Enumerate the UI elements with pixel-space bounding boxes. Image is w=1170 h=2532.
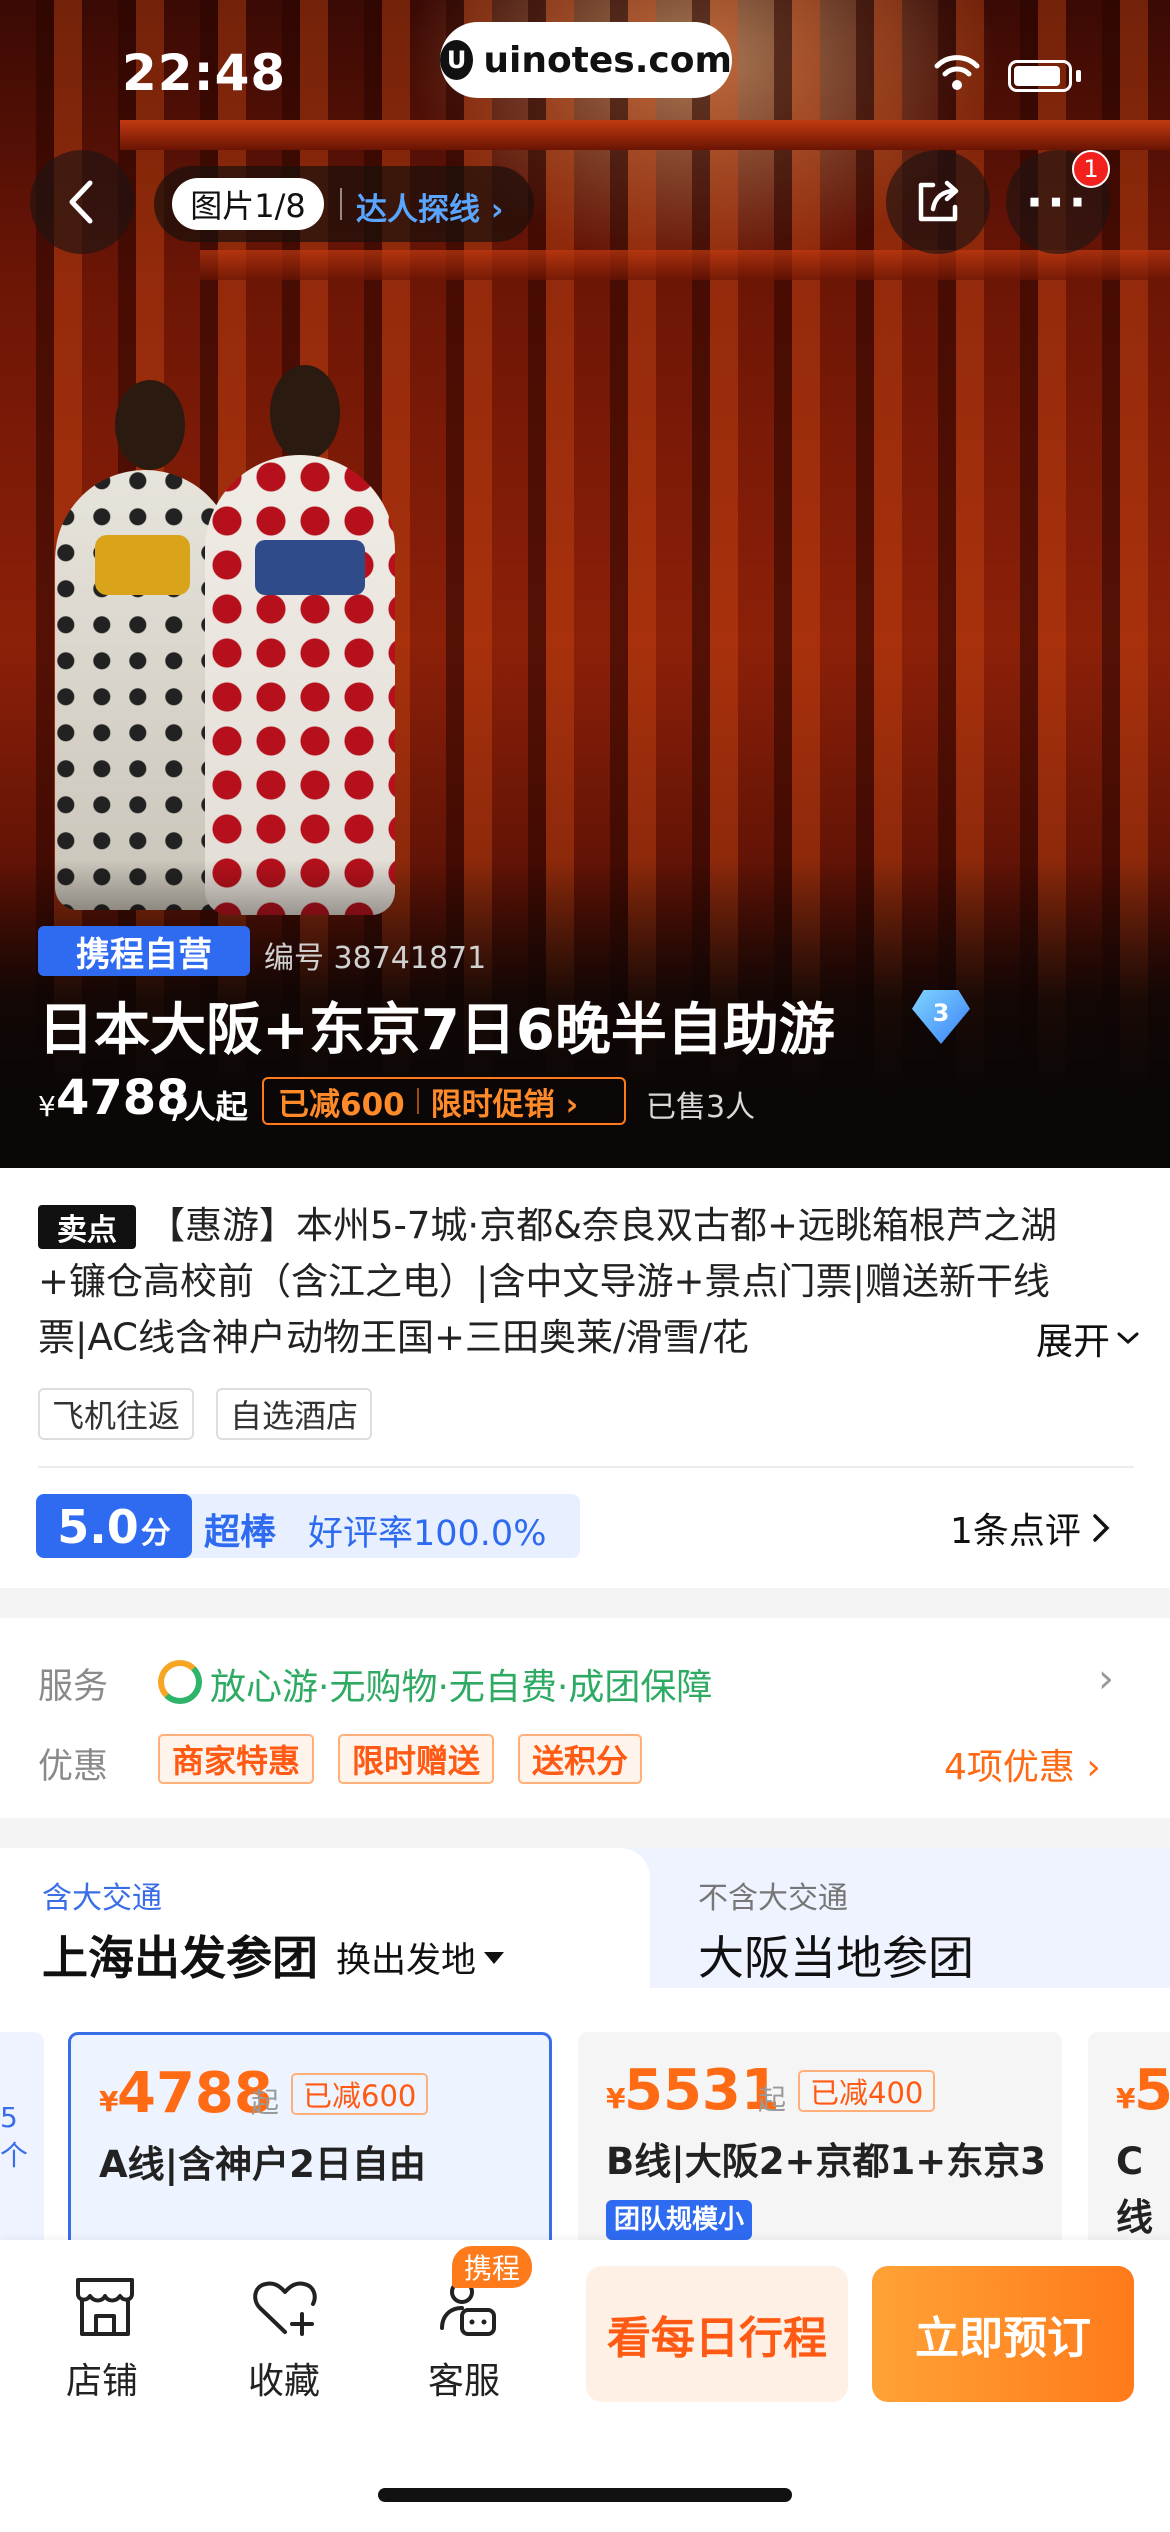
divider [340,188,342,220]
tab-local-group[interactable]: 大阪当地参团 [698,1922,974,1988]
store-label[interactable]: 店铺 [66,2352,138,2404]
price-symbol: ¥ [1116,2082,1136,2115]
book-now-button[interactable]: 立即预订 [872,2266,1134,2402]
status-time: 22:48 [122,44,287,102]
expand-label: 展开 [1036,1320,1110,1363]
route-name-text: B线|大阪2+京都1+东京3 [606,2140,1046,2183]
small-group-tag: 团队规模小 [606,2199,753,2240]
back-button[interactable] [30,150,134,254]
obi-sash [95,535,190,595]
service-guarantees[interactable]: 放心游·无购物·无自费·成团保障 [210,1658,712,1710]
expand-button[interactable]: 展开 [1000,1310,1140,1366]
uinotes-logo-icon: U [440,40,474,80]
url-text: uinotes.com [483,39,732,81]
tab-sub-label: 含大交通 [42,1881,162,1916]
change-departure-label: 换出发地 [336,1941,477,1981]
route-discount: 已减400 [798,2070,936,2112]
price-value: 4788 [56,1070,190,1126]
chip-hotel-choice: 自选酒店 [216,1388,373,1440]
tab-title: 上海出发参团 [42,1931,318,1985]
chevron-left-icon [69,180,93,224]
chevron-right-icon[interactable]: › [1098,1656,1114,1702]
route-count-peek[interactable]: 5个 [0,2032,44,2242]
price-from: 起 [251,2086,280,2119]
price-from: 起 [758,2083,787,2116]
battery-icon [1008,60,1072,92]
offer-tag-merchant: 商家特惠 [158,1734,315,1784]
notification-badge: 1 [1072,150,1110,188]
obi-sash [255,540,365,595]
wifi-icon [934,55,980,90]
rating-word: 超棒 [204,1512,277,1553]
offers-label: 优惠 [38,1747,109,1787]
offer-tag-points: 送积分 [518,1734,643,1784]
promo-box[interactable]: 已减600 限时促销 › [262,1077,626,1125]
price-unit: /人起 [172,1088,248,1126]
route-price: 4788 [117,2061,273,2126]
kimono-figure [205,455,395,915]
reviews-count: 1条点评 [950,1511,1081,1552]
score-unit: 分 [140,1516,171,1551]
triangle-down-icon [484,1951,505,1964]
service-label: 服务 [38,1667,109,1707]
offers-count-link[interactable]: 4项优惠 › [944,1738,1101,1790]
sold-count: 已售3人 [646,1090,756,1125]
product-number: 编号 38741871 [264,941,487,976]
share-icon [918,180,959,222]
reviews-link[interactable]: 1条点评 [950,1502,1111,1554]
battery-cap [1076,70,1081,82]
selling-points-tag: 卖点 [38,1205,136,1249]
divider [38,1466,1134,1468]
heart-plus-icon[interactable] [250,2272,320,2342]
home-indicator[interactable] [378,2488,792,2502]
promo-label: 限时促销 › [430,1086,579,1123]
photo-counter[interactable]: 图片1/8 [172,178,324,230]
expert-route-link[interactable]: 达人探线 › [356,184,504,229]
chip-round-trip-flight: 飞机往返 [38,1388,195,1440]
tab-sub-label[interactable]: 不含大交通 [698,1873,848,1917]
score-value: 5.0 [57,1500,139,1554]
divider [416,1088,419,1114]
torii-beam [200,250,1170,280]
assurance-check-icon [158,1660,202,1704]
rating-score: 5.0 分 [36,1494,192,1558]
daily-itinerary-button[interactable]: 看每日行程 [586,2266,848,2402]
chevron-right-icon [1093,1514,1110,1542]
chevron-down-icon [1117,1332,1139,1345]
store-icon[interactable] [70,2272,140,2342]
person-head [270,365,340,460]
route-price: 5531 [624,2058,780,2123]
url-pill: U uinotes.com [440,22,732,98]
route-name: B线|大阪2+京都1+东京3 团队规模小 [606,2134,1046,2246]
offer-tag-gift: 限时赠送 [338,1734,495,1784]
discount-label: 已减600 [278,1086,405,1123]
change-departure-button[interactable]: 换出发地 [336,1932,505,1983]
price-symbol: ¥ [38,1090,56,1123]
service-badge: 携程 [452,2246,533,2288]
price-symbol: ¥ [606,2082,626,2115]
price-symbol: ¥ [99,2085,119,2118]
favorite-label[interactable]: 收藏 [248,2352,320,2404]
torii-beam [120,120,1170,150]
service-label-bottom[interactable]: 客服 [428,2352,500,2404]
product-title: 日本大阪+东京7日6晚半自助游 [38,998,835,1063]
positive-rate: 好评率100.0% [308,1514,547,1554]
route-discount: 已减600 [291,2073,429,2115]
person-head [115,380,185,470]
route-price: 5 [1134,2058,1170,2123]
ctrip-self-operated-badge: 携程自营 [38,926,250,976]
route-name: A线|含神户2日自由 [99,2143,426,2186]
share-button[interactable] [886,150,990,254]
